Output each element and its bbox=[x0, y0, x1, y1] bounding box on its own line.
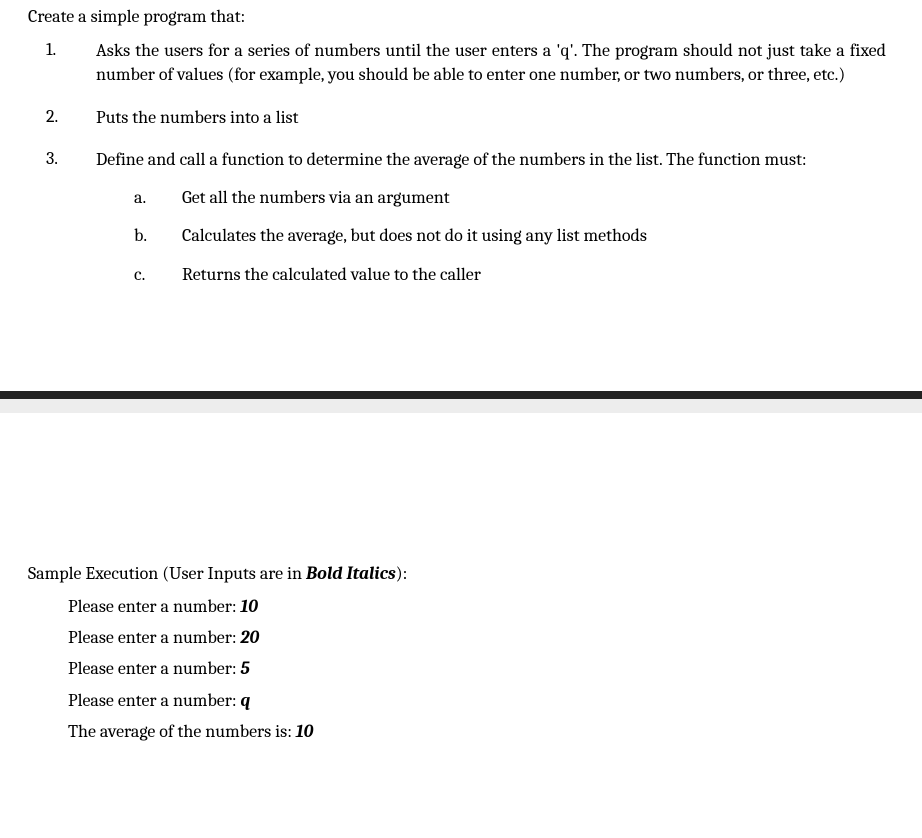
sub-list-marker: a. bbox=[96, 186, 182, 210]
sample-title-suffix: ): bbox=[396, 563, 408, 584]
main-list: 1. Asks the users for a series of number… bbox=[28, 39, 894, 301]
sample-title-prefix: Sample Execution (User Inputs are in bbox=[28, 563, 306, 584]
sub-list: a. Get all the numbers via an argument b… bbox=[96, 186, 886, 287]
list-item: 1. Asks the users for a series of number… bbox=[28, 39, 894, 88]
sub-list-item: c. Returns the calculated value to the c… bbox=[96, 263, 886, 287]
list-item: 2. Puts the numbers into a list bbox=[28, 106, 894, 130]
sample-execution-title: Sample Execution (User Inputs are in Bol… bbox=[28, 563, 894, 584]
exec-prompt: Please enter a number: bbox=[68, 690, 240, 711]
sub-list-text: Get all the numbers via an argument bbox=[182, 186, 450, 210]
list-text-inner: Define and call a function to determine … bbox=[96, 149, 807, 170]
exec-line: Please enter a number: q bbox=[68, 688, 894, 713]
execution-block: Please enter a number: 10 Please enter a… bbox=[28, 594, 894, 744]
exec-input: 5 bbox=[240, 658, 249, 679]
sub-list-item: b. Calculates the average, but does not … bbox=[96, 224, 886, 248]
sub-list-marker: c. bbox=[96, 263, 182, 287]
divider-light-bar bbox=[0, 399, 922, 413]
list-text: Asks the users for a series of numbers u… bbox=[96, 39, 894, 88]
list-marker: 2. bbox=[28, 106, 96, 130]
exec-input: q bbox=[240, 690, 250, 711]
page-divider bbox=[0, 391, 922, 413]
intro-text: Create a simple program that: bbox=[28, 6, 894, 27]
list-marker: 3. bbox=[28, 148, 96, 301]
exec-input: 20 bbox=[240, 627, 259, 648]
exec-prompt: Please enter a number: bbox=[68, 658, 240, 679]
exec-line: Please enter a number: 20 bbox=[68, 625, 894, 650]
divider-dark-bar bbox=[0, 391, 922, 399]
sub-list-text: Calculates the average, but does not do … bbox=[182, 224, 647, 248]
sub-list-item: a. Get all the numbers via an argument bbox=[96, 186, 886, 210]
exec-input: 10 bbox=[296, 721, 314, 742]
list-text: Define and call a function to determine … bbox=[96, 148, 894, 301]
list-text: Puts the numbers into a list bbox=[96, 106, 894, 130]
exec-input: 10 bbox=[240, 596, 258, 617]
exec-prompt: Please enter a number: bbox=[68, 627, 240, 648]
exec-line: Please enter a number: 5 bbox=[68, 656, 894, 681]
exec-prompt: Please enter a number: bbox=[68, 596, 240, 617]
list-item: 3. Define and call a function to determi… bbox=[28, 148, 894, 301]
exec-line: Please enter a number: 10 bbox=[68, 594, 894, 619]
sample-title-bold: Bold Italics bbox=[306, 563, 396, 584]
sub-list-marker: b. bbox=[96, 224, 182, 248]
sub-list-text: Returns the calculated value to the call… bbox=[182, 263, 481, 287]
sample-execution-section: Sample Execution (User Inputs are in Bol… bbox=[0, 413, 922, 770]
assignment-top-section: Create a simple program that: 1. Asks th… bbox=[0, 6, 922, 301]
exec-line: The average of the numbers is: 10 bbox=[68, 719, 894, 744]
list-marker: 1. bbox=[28, 39, 96, 88]
exec-prompt: The average of the numbers is: bbox=[68, 721, 296, 742]
